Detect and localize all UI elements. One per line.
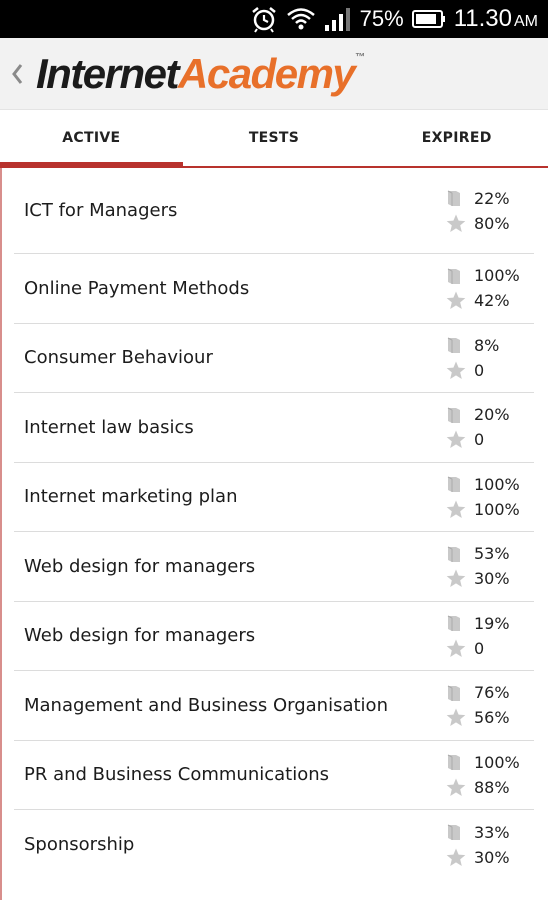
course-progress: 33% — [474, 822, 510, 842]
battery-percent: 75% — [359, 6, 404, 31]
course-stats: 100% 100% — [446, 474, 536, 520]
list-item[interactable]: Management and Business Organisation 76%… — [14, 671, 534, 741]
list-item[interactable]: Sponsorship 33% 30% — [14, 810, 534, 880]
list-item[interactable]: Internet law basics 20% 0 — [14, 393, 534, 463]
book-icon — [446, 614, 472, 632]
tab-active[interactable]: ACTIVE — [0, 110, 183, 168]
course-progress: 53% — [474, 544, 510, 564]
book-icon — [446, 475, 472, 493]
list-item[interactable]: Web design for managers 19% 0 — [14, 602, 536, 671]
book-icon — [446, 189, 472, 207]
course-progress: 100% — [474, 752, 520, 772]
course-score: 30% — [474, 569, 510, 589]
book-icon — [446, 545, 472, 563]
app-logo[interactable]: InternetAcademy™ — [36, 49, 366, 97]
star-icon — [446, 291, 472, 310]
course-stats: 76% 56% — [446, 682, 536, 728]
course-stats: 8% 0 — [446, 335, 536, 381]
course-title: Internet law basics — [24, 416, 194, 438]
course-stats: 19% 0 — [446, 613, 536, 659]
course-title: ICT for Managers — [24, 200, 178, 221]
logo-text-academy: Academy — [178, 49, 356, 97]
course-title: Consumer Behaviour — [24, 347, 213, 369]
course-score: 30% — [474, 847, 510, 867]
course-progress: 8% — [474, 335, 500, 355]
logo-text-internet: Internet — [36, 49, 180, 97]
course-list: ICT for Managers 22% 80% Online Payment … — [0, 168, 548, 880]
list-item[interactable]: PR and Business Communications 100% 88% — [14, 741, 536, 810]
tab-tests[interactable]: TESTS — [183, 110, 366, 166]
course-score: 42% — [474, 291, 510, 311]
book-icon — [446, 753, 472, 771]
course-stats: 100% 88% — [446, 752, 536, 798]
course-progress: 100% — [474, 266, 520, 286]
course-stats: 22% 80% — [446, 188, 536, 234]
course-score: 0 — [474, 430, 485, 450]
back-chevron-icon[interactable] — [4, 54, 30, 94]
course-stats: 53% 30% — [446, 543, 536, 589]
course-score: 100% — [474, 499, 520, 519]
course-score: 80% — [474, 213, 510, 233]
course-title: Sponsorship — [24, 834, 135, 856]
list-item[interactable]: Consumer Behaviour 8% 0 — [14, 324, 536, 393]
tab-expired[interactable]: EXPIRED — [365, 110, 548, 166]
tab-label: ACTIVE — [62, 130, 121, 146]
star-icon — [446, 708, 472, 727]
course-progress: 20% — [474, 405, 510, 425]
star-icon — [446, 569, 472, 588]
course-score: 88% — [474, 777, 510, 797]
star-icon — [446, 848, 472, 867]
course-score: 56% — [474, 708, 510, 728]
course-score: 0 — [474, 638, 485, 658]
clock-time: 11.30 — [453, 5, 512, 32]
tab-label: TESTS — [248, 130, 300, 146]
course-score: 0 — [474, 360, 485, 380]
book-icon — [446, 267, 472, 285]
course-progress: 76% — [474, 683, 510, 703]
course-progress: 100% — [474, 474, 520, 494]
battery-icon — [411, 9, 446, 29]
course-title: Web design for managers — [24, 625, 256, 647]
signal-icon — [324, 7, 352, 31]
course-title: Internet marketing plan — [24, 486, 238, 508]
tab-bar: ACTIVE TESTS EXPIRED — [0, 110, 548, 168]
book-icon — [446, 823, 472, 841]
course-stats: 20% 0 — [446, 404, 536, 450]
course-progress: 22% — [474, 188, 510, 208]
course-progress: 19% — [474, 613, 510, 633]
logo-trademark: ™ — [355, 51, 366, 63]
course-title: Web design for managers — [24, 555, 256, 577]
status-bar: 75% 11.30 AM — [0, 0, 548, 38]
book-icon — [446, 684, 472, 702]
course-title: Online Payment Methods — [24, 277, 250, 299]
tab-label: EXPIRED — [421, 130, 492, 146]
star-icon — [446, 430, 472, 449]
book-icon — [446, 406, 472, 424]
book-icon — [446, 336, 472, 354]
app-bar: InternetAcademy™ — [0, 38, 548, 110]
star-icon — [446, 778, 472, 797]
star-icon — [446, 639, 472, 658]
list-item[interactable]: Online Payment Methods 100% 42% — [14, 254, 534, 324]
clock-ampm: AM — [514, 13, 538, 30]
list-item[interactable]: ICT for Managers 22% 80% — [14, 168, 534, 254]
course-stats: 33% 30% — [446, 822, 536, 868]
course-stats: 100% 42% — [446, 265, 536, 311]
course-title: PR and Business Communications — [24, 764, 330, 786]
star-icon — [446, 214, 472, 233]
star-icon — [446, 361, 472, 380]
list-item[interactable]: Web design for managers 53% 30% — [14, 532, 534, 602]
star-icon — [446, 500, 472, 519]
list-item[interactable]: Internet marketing plan 100% 100% — [14, 463, 536, 532]
wifi-icon — [286, 6, 316, 32]
clock: 11.30 AM — [454, 5, 538, 33]
course-title: Management and Business Organisation — [24, 694, 388, 716]
alarm-icon — [250, 5, 278, 33]
